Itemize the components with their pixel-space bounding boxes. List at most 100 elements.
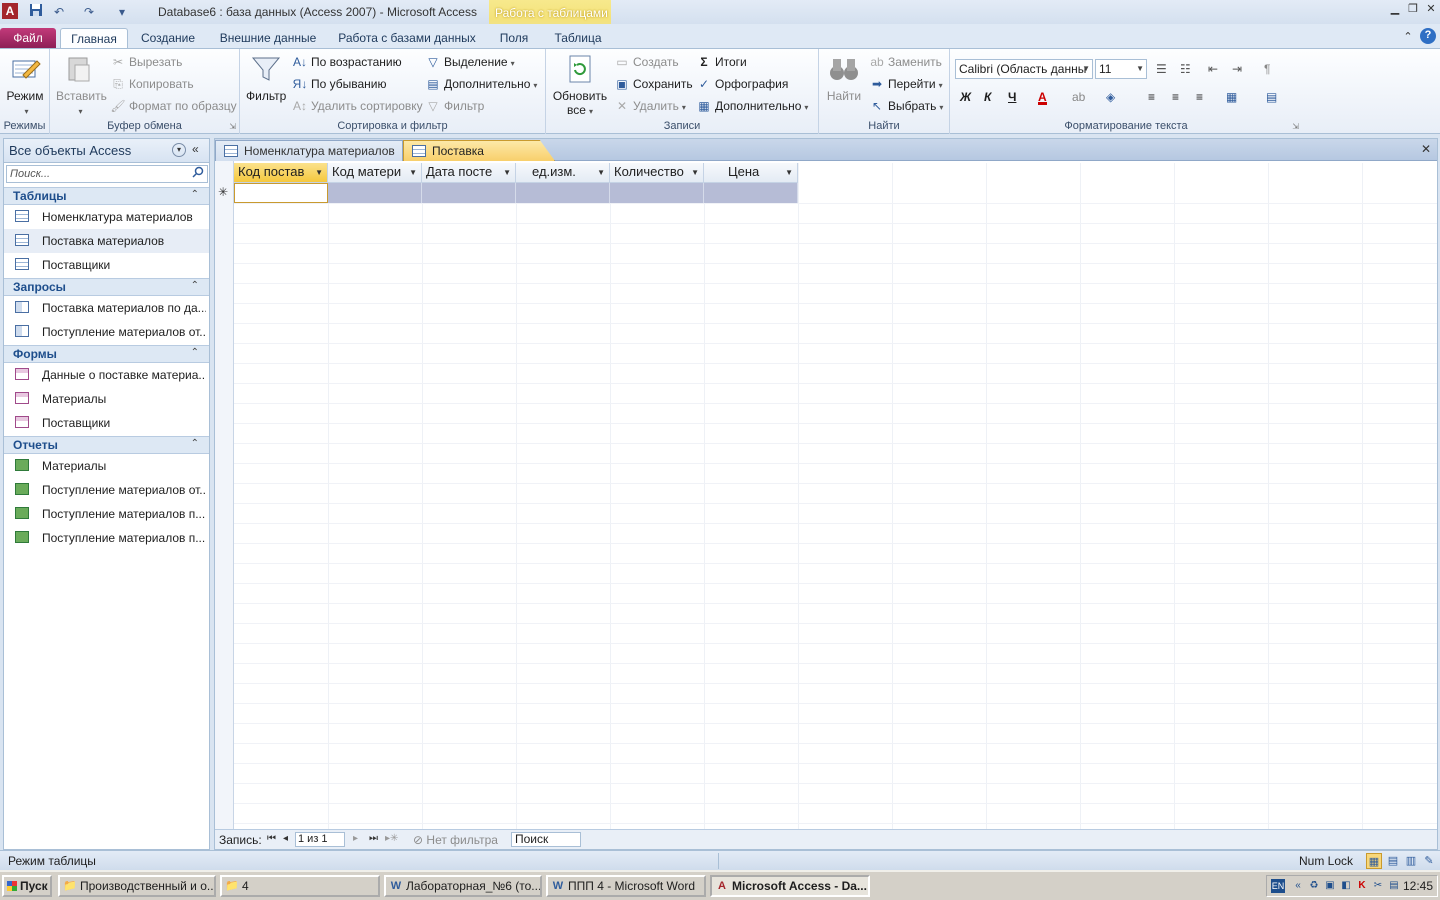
new-record-marker-icon[interactable]: ✳ (218, 185, 228, 199)
tray-app-icon[interactable]: ◧ (1339, 879, 1353, 893)
pivotchart-view-icon[interactable]: ▥ (1403, 853, 1419, 869)
nav-group-queries[interactable]: Запросы ⌃ (4, 278, 209, 296)
nav-item-table[interactable]: Номенклатура материалов (4, 205, 209, 229)
tray-app-icon[interactable]: ♻ (1307, 879, 1321, 893)
access-app-icon[interactable]: A (2, 3, 18, 19)
record-selector-column[interactable] (215, 161, 234, 829)
datasheet[interactable]: Код постав ▼ Код матери ▼ Дата посте ▼ ед.и… (215, 161, 1437, 829)
selection-button[interactable]: ▽ Выделение ▾ (425, 52, 514, 72)
font-size-select[interactable]: 11 ▼ (1095, 59, 1147, 79)
tray-app-icon[interactable]: ▤ (1387, 879, 1401, 893)
nav-pane-header[interactable]: Все объекты Access ▾ « (4, 139, 209, 163)
delete-record-button[interactable]: ✕ Удалить ▾ (614, 96, 686, 116)
first-record-icon[interactable]: ⏮ (267, 833, 279, 844)
taskbar-item[interactable]: 📁 4 (220, 875, 380, 897)
font-family-select[interactable]: Calibri (Область данны ▼ (955, 59, 1093, 79)
nav-item-table[interactable]: Поставка материалов (4, 229, 209, 253)
numbering-icon[interactable]: ☷ (1180, 59, 1191, 79)
nav-menu-chevron-icon[interactable]: ▾ (172, 143, 186, 157)
nav-item-form[interactable]: Поставщики (4, 411, 209, 435)
pivottable-view-icon[interactable]: ▤ (1385, 853, 1401, 869)
network-icon[interactable]: ▣ (1323, 879, 1337, 893)
tab-external-data[interactable]: Внешние данные (210, 28, 326, 48)
highlight-icon[interactable]: ab (1072, 87, 1085, 107)
column-dropdown-icon[interactable]: ▼ (597, 164, 605, 182)
nav-item-query[interactable]: Поставка материалов по да... (4, 296, 209, 320)
new-record-button[interactable]: ▭ Создать (614, 52, 678, 72)
select-button[interactable]: ↖ Выбрать ▾ (869, 96, 943, 116)
nav-item-report[interactable]: Материалы (4, 454, 209, 478)
next-record-icon[interactable]: ▸ (353, 833, 365, 844)
fill-color-icon[interactable]: ◈ (1106, 87, 1115, 107)
nav-item-report[interactable]: Поступление материалов п... (4, 526, 209, 550)
tab-table[interactable]: Таблица (548, 28, 608, 48)
new-row-cell[interactable] (610, 183, 704, 203)
save-icon[interactable] (27, 3, 45, 21)
shutter-bar-close-icon[interactable]: « (192, 142, 199, 156)
current-record-input[interactable]: 1 из 1 (295, 832, 345, 847)
column-header[interactable]: Дата посте ▼ (422, 163, 516, 183)
column-dropdown-icon[interactable]: ▼ (409, 164, 417, 182)
increase-indent-icon[interactable]: ⇥ (1232, 59, 1242, 79)
collapse-icon[interactable]: ⌃ (191, 438, 199, 449)
copy-button[interactable]: ⎘ Копировать (110, 74, 193, 94)
tray-app-icon[interactable]: ✂ (1371, 879, 1385, 893)
save-record-button[interactable]: ▣ Сохранить (614, 74, 692, 94)
font-color-icon[interactable]: A (1038, 87, 1047, 105)
restore-icon[interactable]: ❐ (1406, 2, 1420, 16)
tab-file[interactable]: Файл (0, 28, 56, 48)
collapse-icon[interactable]: ⌃ (191, 280, 199, 291)
last-record-icon[interactable]: ⏭ (369, 833, 381, 844)
doc-tab-supply[interactable]: Поставка материалов (403, 140, 555, 161)
taskbar-item[interactable]: W ППП 4 - Microsoft Word (546, 875, 706, 897)
alternate-row-color-icon[interactable]: ▤ (1266, 87, 1277, 107)
column-dropdown-icon[interactable]: ▼ (315, 164, 323, 182)
nav-item-form[interactable]: Данные о поставке материа... (4, 363, 209, 387)
align-left-icon[interactable]: ≡ (1148, 87, 1155, 107)
nav-search-input[interactable]: Поиск... (6, 165, 208, 183)
column-dropdown-icon[interactable]: ▼ (503, 164, 511, 182)
new-row-cell[interactable] (704, 183, 798, 203)
column-dropdown-icon[interactable]: ▼ (691, 164, 699, 182)
bold-button[interactable]: Ж (960, 87, 971, 107)
remove-sort-button[interactable]: A↕ Удалить сортировку (292, 96, 423, 116)
sort-descending-button[interactable]: Я↓ По убыванию (292, 74, 387, 94)
column-header[interactable]: Цена ▼ (704, 163, 798, 183)
column-header[interactable]: Код постав ▼ (234, 163, 328, 183)
bullets-icon[interactable]: ☰ (1156, 59, 1167, 79)
tab-fields[interactable]: Поля (492, 28, 536, 48)
doc-tab-nomenclature[interactable]: Номенклатура материалов (215, 140, 403, 161)
new-row-cell[interactable] (516, 183, 610, 203)
antivirus-icon[interactable]: K (1355, 879, 1369, 893)
more-records-button[interactable]: ▦ Дополнительно ▾ (696, 96, 808, 116)
start-button[interactable]: Пуск (2, 875, 52, 897)
spelling-button[interactable]: ✓ Орфография (696, 74, 788, 94)
toggle-filter-button[interactable]: ▽ Фильтр (425, 96, 484, 116)
format-painter-button[interactable]: 🖌 Формат по образцу (110, 96, 236, 116)
nav-item-table[interactable]: Поставщики (4, 253, 209, 277)
tab-create[interactable]: Создание (132, 28, 204, 48)
nav-item-form[interactable]: Материалы (4, 387, 209, 411)
tab-database-tools[interactable]: Работа с базами данных (332, 28, 482, 48)
underline-button[interactable]: Ч (1008, 87, 1016, 107)
replace-button[interactable]: ab Заменить (869, 52, 942, 72)
text-direction-icon[interactable]: ¶ (1264, 59, 1270, 79)
nav-item-query[interactable]: Поступление материалов от... (4, 320, 209, 344)
collapse-icon[interactable]: ⌃ (191, 347, 199, 358)
column-header[interactable]: Код матери ▼ (328, 163, 422, 183)
datasheet-view-icon[interactable]: ▦ (1366, 853, 1382, 869)
advanced-filter-button[interactable]: ▤ Дополнительно ▾ (425, 74, 537, 94)
previous-record-icon[interactable]: ◂ (283, 833, 295, 844)
design-view-icon[interactable]: ✎ (1421, 853, 1437, 869)
close-window-icon[interactable]: ✕ (1424, 2, 1438, 16)
paste-button[interactable]: Вставить ▾ (56, 53, 107, 117)
customize-qat-icon[interactable]: ▾ (113, 3, 131, 21)
align-right-icon[interactable]: ≡ (1196, 87, 1203, 107)
filter-button[interactable]: Фильтр (246, 53, 286, 103)
new-record-nav-icon[interactable]: ▸✳ (385, 833, 398, 844)
minimize-ribbon-icon[interactable]: ⌃ (1401, 30, 1415, 44)
refresh-all-button[interactable]: Обновить все ▾ (552, 53, 608, 117)
column-dropdown-icon[interactable]: ▼ (785, 164, 793, 182)
search-icon[interactable] (192, 166, 206, 180)
language-indicator[interactable]: EN (1271, 879, 1285, 893)
